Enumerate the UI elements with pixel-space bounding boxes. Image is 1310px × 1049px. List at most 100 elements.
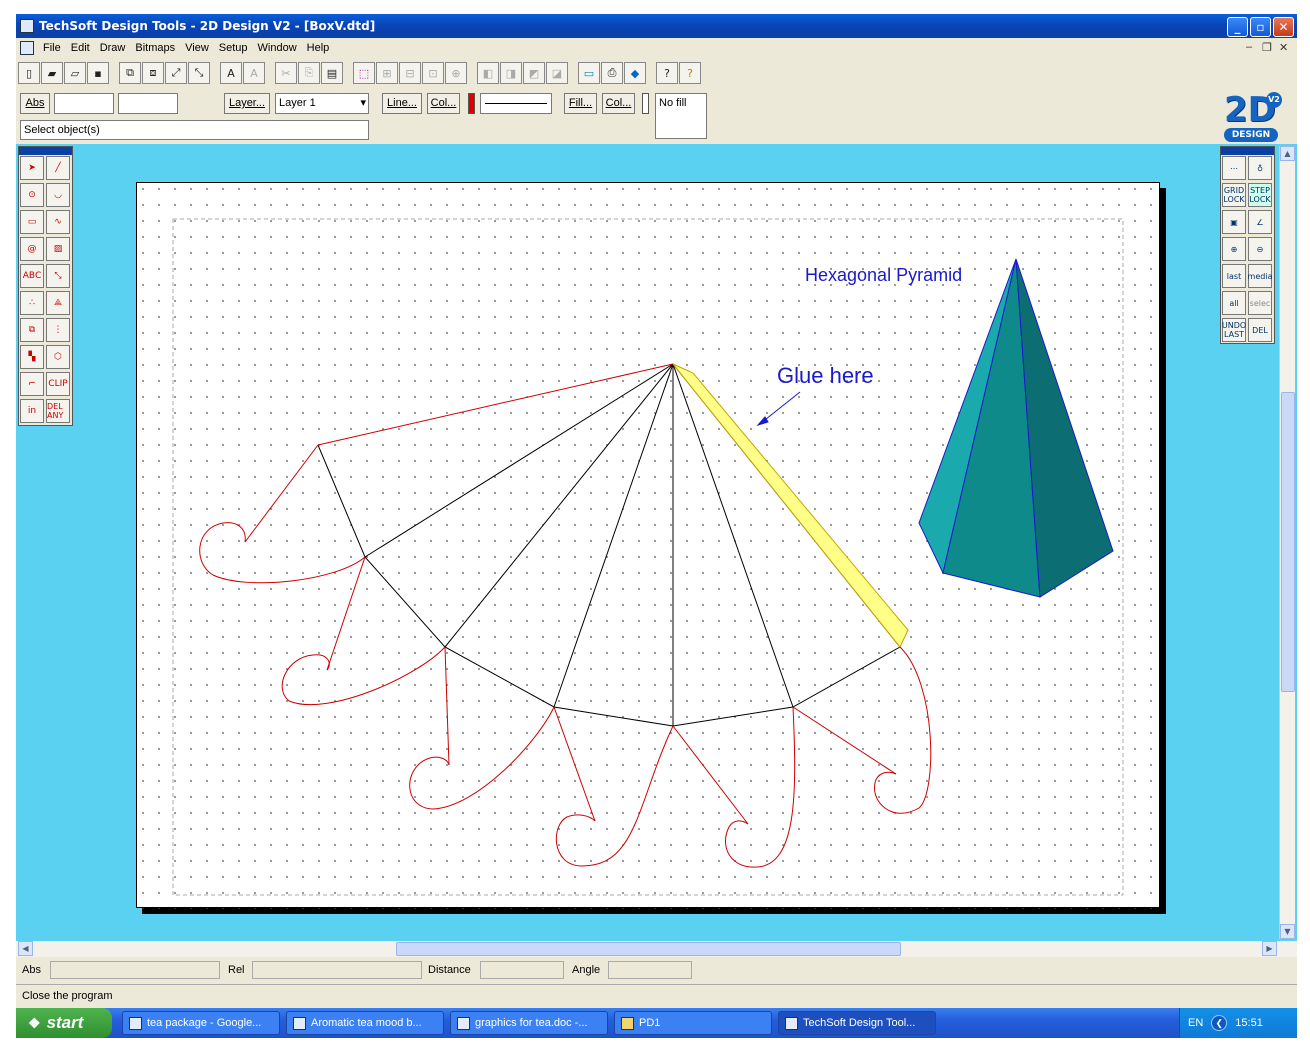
menu-setup[interactable]: Setup: [214, 42, 253, 54]
new-file-icon[interactable]: ▯: [18, 62, 40, 84]
zoom-minus-icon[interactable]: ⊖: [1248, 237, 1272, 261]
select-arrow-icon[interactable]: ➤: [20, 156, 44, 180]
resize-icon[interactable]: ⤢: [165, 62, 187, 84]
x-coordinate-field[interactable]: [54, 93, 114, 114]
delete-last-button[interactable]: DEL: [1248, 318, 1272, 342]
mdi-restore-icon[interactable]: ❐: [1262, 41, 1272, 54]
start-button[interactable]: ❖ start: [16, 1008, 112, 1038]
mdi-close-icon[interactable]: ✕: [1279, 41, 1288, 54]
zoom-media-button[interactable]: media: [1248, 264, 1272, 288]
taskbar-item-techsoft[interactable]: TechSoft Design Tool...: [778, 1011, 936, 1035]
open-file-icon[interactable]: ▰: [41, 62, 63, 84]
arc-tool-icon[interactable]: ◡: [46, 183, 70, 207]
snap-box-icon[interactable]: ▣: [1222, 210, 1246, 234]
fill-color-button[interactable]: Col...: [602, 93, 635, 114]
pyramid-label[interactable]: Hexagonal Pyramid: [805, 265, 962, 285]
circle-tool-icon[interactable]: ⊙: [20, 183, 44, 207]
trim-tool-icon[interactable]: ⌐: [20, 372, 44, 396]
zoom-all-button[interactable]: all: [1222, 291, 1246, 315]
print-icon[interactable]: ⎙: [601, 62, 623, 84]
maximize-button[interactable]: ▫: [1250, 17, 1271, 37]
select-all-icon[interactable]: ⬚: [353, 62, 375, 84]
vertical-scroll-thumb[interactable]: [1281, 392, 1295, 692]
magnify-icon[interactable]: ♁: [1248, 156, 1272, 180]
taskbar-item-word-1[interactable]: Aromatic tea mood b...: [286, 1011, 444, 1035]
horizontal-scroll-thumb[interactable]: [396, 942, 901, 956]
copy-icon[interactable]: ⎘: [298, 62, 320, 84]
text-style-icon[interactable]: A: [220, 62, 242, 84]
scroll-down-icon[interactable]: ▼: [1280, 924, 1295, 939]
layer-forward-icon[interactable]: ◨: [500, 62, 522, 84]
export-icon[interactable]: ⧈: [142, 62, 164, 84]
undo-last-button[interactable]: UNDO LAST: [1222, 318, 1246, 342]
y-coordinate-field[interactable]: [118, 93, 178, 114]
tray-expand-icon[interactable]: ❮: [1211, 1015, 1228, 1031]
taskbar-item-folder[interactable]: PD1: [614, 1011, 772, 1035]
zoom-last-button[interactable]: last: [1222, 264, 1246, 288]
palette-header[interactable]: [1221, 147, 1274, 155]
help-icon[interactable]: ?: [679, 62, 701, 84]
menu-window[interactable]: Window: [253, 42, 302, 54]
distribute-icon[interactable]: ⊕: [445, 62, 467, 84]
scroll-left-icon[interactable]: ◀: [18, 941, 33, 956]
taskbar-item-browser[interactable]: tea package - Google...: [122, 1011, 280, 1035]
plot-icon[interactable]: ◆: [624, 62, 646, 84]
clock[interactable]: 15:51: [1235, 1017, 1263, 1029]
layer-backward-icon[interactable]: ◩: [523, 62, 545, 84]
layer-select[interactable]: Layer 1 ▾: [275, 93, 369, 114]
line-color-button[interactable]: Col...: [427, 93, 460, 114]
clip-tool-icon[interactable]: CLIP: [46, 372, 70, 396]
layer-front-icon[interactable]: ◧: [477, 62, 499, 84]
text-outline-icon[interactable]: A: [243, 62, 265, 84]
screen-icon[interactable]: ▭: [578, 62, 600, 84]
language-indicator[interactable]: EN: [1188, 1017, 1203, 1029]
ungroup-icon[interactable]: ⊟: [399, 62, 421, 84]
open-folder-icon[interactable]: ▱: [64, 62, 86, 84]
import-icon[interactable]: ⧉: [119, 62, 141, 84]
rectangle-tool-icon[interactable]: ▭: [20, 210, 44, 234]
menu-help[interactable]: Help: [302, 42, 335, 54]
layer-back-icon[interactable]: ◪: [546, 62, 568, 84]
taskbar-item-word-2[interactable]: graphics for tea.doc -...: [450, 1011, 608, 1035]
grid-lock-button[interactable]: GRID LOCK: [1222, 183, 1246, 207]
step-lock-button[interactable]: STEP LOCK: [1248, 183, 1272, 207]
abs-button[interactable]: Abs: [20, 93, 50, 114]
menu-view[interactable]: View: [180, 42, 214, 54]
minimize-button[interactable]: _: [1227, 17, 1248, 37]
curve-tool-icon[interactable]: ∿: [46, 210, 70, 234]
delete-any-tool-icon[interactable]: DEL ANY: [46, 399, 70, 423]
text-tool-icon[interactable]: ABC: [20, 264, 44, 288]
scroll-up-icon[interactable]: ▲: [1280, 146, 1295, 161]
line-button[interactable]: Line...: [382, 93, 422, 114]
menu-bitmaps[interactable]: Bitmaps: [130, 42, 180, 54]
copy-tool-icon[interactable]: ⧉: [20, 318, 44, 342]
align-icon[interactable]: ⊡: [422, 62, 444, 84]
vertical-scrollbar[interactable]: ▲ ▼: [1279, 146, 1295, 939]
stretch-icon[interactable]: ⤡: [188, 62, 210, 84]
group-icon[interactable]: ⊞: [376, 62, 398, 84]
grid-icon[interactable]: ⋯: [1222, 156, 1246, 180]
title-bar[interactable]: TechSoft Design Tools - 2D Design V2 - […: [16, 14, 1297, 38]
array-tool-icon[interactable]: ⋮: [46, 318, 70, 342]
save-icon[interactable]: ▪: [87, 62, 109, 84]
dimension-tool-icon[interactable]: ⤡: [46, 264, 70, 288]
context-help-icon[interactable]: ?: [656, 62, 678, 84]
spiral-tool-icon[interactable]: @: [20, 237, 44, 261]
menu-edit[interactable]: Edit: [66, 42, 95, 54]
menu-file[interactable]: File: [38, 42, 66, 54]
fill-color-swatch[interactable]: [642, 93, 649, 114]
drawing-sheet[interactable]: Glue here Hexagonal Pyramid: [136, 182, 1161, 909]
scroll-right-icon[interactable]: ▶: [1262, 941, 1277, 956]
erase-tool-icon[interactable]: ⬡: [46, 345, 70, 369]
line-tool-icon[interactable]: ╱: [46, 156, 70, 180]
angle-icon[interactable]: ∠: [1248, 210, 1272, 234]
palette-header[interactable]: [19, 147, 72, 155]
fill-tool-icon[interactable]: ▚: [20, 345, 44, 369]
zoom-plus-icon[interactable]: ⊕: [1222, 237, 1246, 261]
close-button[interactable]: ✕: [1273, 17, 1294, 37]
paste-icon[interactable]: ▤: [321, 62, 343, 84]
points-tool-icon[interactable]: ∴: [20, 291, 44, 315]
drawing-area[interactable]: Glue here Hexagonal Pyramid ➤ ╱ ⊙ ◡ ▭ ∿ …: [16, 144, 1297, 941]
mdi-minimize-icon[interactable]: –: [1246, 41, 1252, 53]
transform-tool-icon[interactable]: ⟁: [46, 291, 70, 315]
